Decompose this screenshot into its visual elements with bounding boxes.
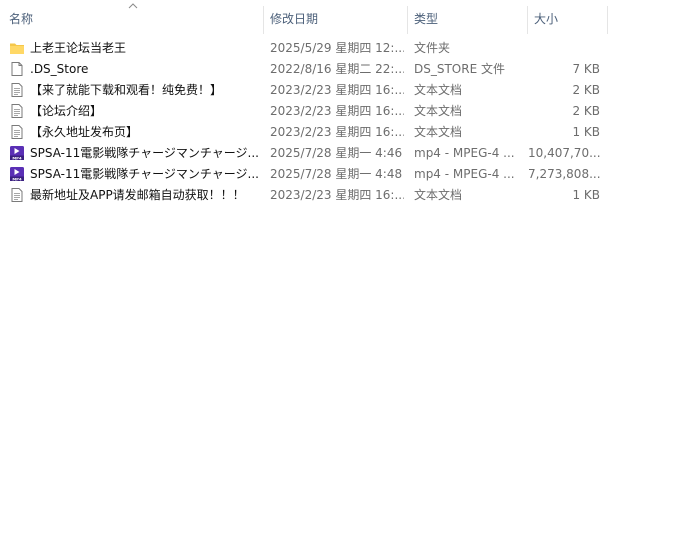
file-name: 最新地址及APP请发邮箱自动获取！！！ (30, 188, 245, 202)
file-size: 2 KB (572, 83, 600, 97)
file-modified: 2025/7/28 星期一 4:48 (270, 167, 403, 181)
mp4-video-icon: MP4 (10, 167, 24, 181)
file-size: 10,407,70... (528, 146, 600, 160)
file-modified: 2023/2/23 星期四 16:... (270, 125, 404, 139)
file-name: SPSA-11電影戦隊チャージマンチャージ... (30, 167, 259, 181)
text-file-icon (11, 188, 23, 202)
file-icon (11, 62, 23, 76)
column-divider[interactable] (607, 6, 608, 34)
file-type: 文本文档 (414, 188, 463, 202)
text-file-icon (11, 125, 23, 139)
file-type: 文件夹 (414, 41, 451, 55)
file-size: 7,273,808... (528, 167, 600, 181)
file-modified: 2022/8/16 星期二 22:... (270, 62, 404, 76)
file-size: 1 KB (572, 188, 600, 202)
column-header-name[interactable]: 名称 (3, 0, 261, 38)
column-header-modified[interactable]: 修改日期 (264, 0, 407, 38)
column-header-bar: 名称 修改日期 类型 大小 (0, 0, 608, 38)
svg-text:MP4: MP4 (12, 176, 22, 181)
file-row[interactable]: 【论坛介绍】 2023/2/23 星期四 16:... 文本文档 2 KB (0, 101, 608, 122)
file-name: .DS_Store (30, 62, 89, 76)
text-file-icon (11, 104, 23, 118)
file-modified: 2023/2/23 星期四 16:... (270, 188, 404, 202)
file-size: 1 KB (572, 125, 600, 139)
file-row[interactable]: 上老王论坛当老王 2025/5/29 星期四 12:... 文件夹 (0, 38, 608, 59)
file-type: mp4 - MPEG-4 ... (414, 167, 515, 181)
text-file-icon (11, 83, 23, 97)
folder-icon (10, 43, 24, 54)
file-name: 【论坛介绍】 (30, 104, 103, 118)
file-row[interactable]: .DS_Store 2022/8/16 星期二 22:... DS_STORE … (0, 59, 608, 80)
file-name: 【永久地址发布页】 (30, 125, 139, 139)
file-name: 【来了就能下载和观看！纯免费！】 (30, 83, 223, 97)
mp4-video-icon: MP4 (10, 146, 24, 160)
file-size (528, 38, 600, 59)
file-row[interactable]: MP4 SPSA-11電影戦隊チャージマンチャージ... 2025/7/28 星… (0, 164, 608, 185)
file-name: SPSA-11電影戦隊チャージマンチャージ... (30, 146, 259, 160)
file-name: 上老王论坛当老王 (30, 41, 127, 55)
file-row[interactable]: 【来了就能下载和观看！纯免费！】 2023/2/23 星期四 16:... 文本… (0, 80, 608, 101)
column-header-size[interactable]: 大小 (528, 0, 607, 38)
file-size: 2 KB (572, 104, 600, 118)
svg-text:MP4: MP4 (12, 155, 22, 160)
file-modified: 2023/2/23 星期四 16:... (270, 83, 404, 97)
file-type: 文本文档 (414, 83, 463, 97)
file-type: DS_STORE 文件 (414, 62, 505, 76)
file-modified: 2025/7/28 星期一 4:46 (270, 146, 403, 160)
file-modified: 2023/2/23 星期四 16:... (270, 104, 404, 118)
file-row[interactable]: 【永久地址发布页】 2023/2/23 星期四 16:... 文本文档 1 KB (0, 122, 608, 143)
file-type: 文本文档 (414, 104, 463, 118)
file-row[interactable]: MP4 SPSA-11電影戦隊チャージマンチャージ... 2025/7/28 星… (0, 143, 608, 164)
file-modified: 2025/5/29 星期四 12:... (270, 41, 404, 55)
file-size: 7 KB (572, 62, 600, 76)
column-header-type[interactable]: 类型 (408, 0, 527, 38)
file-type: 文本文档 (414, 125, 463, 139)
file-type: mp4 - MPEG-4 ... (414, 146, 515, 160)
file-row[interactable]: 最新地址及APP请发邮箱自动获取！！！ 2023/2/23 星期四 16:...… (0, 185, 608, 206)
